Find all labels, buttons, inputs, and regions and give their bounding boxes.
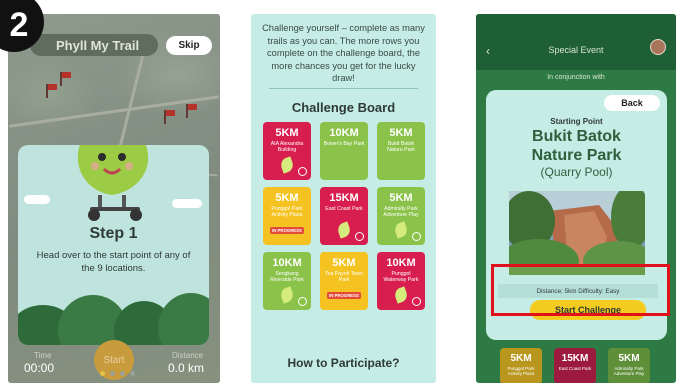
tile-distance: 10KM <box>386 257 416 269</box>
leaf-mascot-icon <box>77 145 149 221</box>
special-event-phone: ‹ Special Event In conjunction with 5KM P… <box>476 14 676 383</box>
leaf-icon <box>392 221 410 239</box>
leaf-icon <box>335 221 353 239</box>
cloud-icon <box>172 199 202 208</box>
leaf-icon <box>392 286 410 304</box>
skip-button[interactable]: Skip <box>166 36 212 55</box>
challenge-tile[interactable]: 10KM Bower's Bay Park <box>320 122 368 180</box>
flag-icon <box>46 84 57 98</box>
starting-point-label: Starting Point <box>550 117 603 126</box>
challenge-grid: 5KM AIA Alexandra Building 10KM Bower's Bay… <box>263 122 425 310</box>
event-header <box>476 14 676 70</box>
divider <box>269 88 418 89</box>
flag-icon <box>60 72 71 86</box>
bush-decoration <box>158 293 209 345</box>
tile-distance: 5KM <box>275 192 299 204</box>
challenge-tile[interactable]: 5KM Toa Payoh Town Park IN PROGRESS <box>320 252 368 310</box>
app-title: Phyll My Trail <box>30 34 158 56</box>
page-dot[interactable] <box>100 371 105 376</box>
board-tile[interactable]: 5KM Punggol Park Activity Plaza <box>500 348 542 383</box>
tile-distance: 10KM <box>272 257 302 269</box>
tile-distance: 5KM <box>389 127 413 139</box>
check-icon <box>298 297 307 306</box>
challenge-tile[interactable]: 10KM Punggol Waterway Park <box>377 252 425 310</box>
tile-location: Toa Payoh Town Park <box>325 271 363 283</box>
challenge-tile[interactable]: 5KM Punggol Park Activity Plaza IN PROGRES… <box>263 187 311 245</box>
tutorial-card: Step 1 Head over to the start point of a… <box>18 145 209 345</box>
step-title: Step 1 <box>89 225 138 242</box>
tile-location: Admiralty Park Adventure Play <box>383 206 419 218</box>
board-intro-text: Challenge yourself – complete as many tr… <box>262 23 425 83</box>
park-subtitle: (Quarry Pool) <box>540 165 613 179</box>
challenge-tile[interactable]: 15KM East Coast Park <box>320 187 368 245</box>
tile-location: Bukit Batok Nature Park <box>387 141 415 153</box>
conjunction-text: In conjunction with <box>547 74 605 81</box>
tile-location: Bower's Bay Park <box>323 141 365 147</box>
step-description: Head over to the start point of any of t… <box>36 250 191 274</box>
cloud-icon <box>24 195 50 204</box>
tile-location: East Coast Park <box>325 206 363 212</box>
board-tile[interactable]: 15KM East Coast Park <box>554 348 596 383</box>
check-icon <box>412 232 421 241</box>
check-icon <box>298 167 307 176</box>
park-name-line: Bukit Batok <box>532 128 621 145</box>
page-dot[interactable] <box>110 371 115 376</box>
challenge-tile[interactable]: 5KM Admiralty Park Adventure Play <box>377 187 425 245</box>
tile-location: Sengkang Riverside Park <box>270 271 304 283</box>
page-dot[interactable] <box>120 371 125 376</box>
park-photo <box>509 191 645 275</box>
page-dot[interactable] <box>130 371 135 376</box>
challenge-tile[interactable]: 10KM Sengkang Riverside Park <box>263 252 311 310</box>
board-tile[interactable]: 5KM Admiralty Park Adventure Play <box>608 348 650 383</box>
flag-icon <box>186 104 197 118</box>
tile-distance: 5KM <box>275 127 299 139</box>
check-icon <box>412 297 421 306</box>
check-icon <box>355 232 364 241</box>
in-progress-badge: IN PROGRESS <box>270 227 304 234</box>
time-value: 00:00 <box>24 361 55 375</box>
tile-location: Punggol Waterway Park <box>383 271 419 283</box>
intro-phone: Phyll My Trail Skip Step 1 Head over to … <box>8 14 220 383</box>
park-name: Bukit Batok Nature Park <box>486 127 667 165</box>
highlight-box <box>491 264 670 316</box>
tile-location: AIA Alexandra Building <box>270 141 304 153</box>
tile-distance: 10KM <box>329 127 359 139</box>
tile-distance: 15KM <box>329 192 359 204</box>
distance-value: 0.0 km <box>168 361 205 375</box>
leaf-icon <box>278 286 296 304</box>
challenge-tile[interactable]: 5KM AIA Alexandra Building <box>263 122 311 180</box>
tile-location: Punggol Park Activity Plaza <box>271 206 303 218</box>
how-to-participate-heading[interactable]: How to Participate? <box>251 356 436 370</box>
in-progress-badge: IN PROGRESS <box>327 292 361 299</box>
back-button[interactable]: Back <box>604 95 660 111</box>
challenge-tile[interactable]: 5KM Bukit Batok Nature Park <box>377 122 425 180</box>
time-label: Time <box>34 351 52 360</box>
event-header-title: Special Event <box>548 45 604 55</box>
park-name-line: Nature Park <box>531 147 622 164</box>
avatar[interactable] <box>650 39 666 55</box>
tile-distance: 5KM <box>332 257 356 269</box>
distance-label: Distance <box>172 351 204 360</box>
screenshot-root: Phyll My Trail Skip Step 1 Head over to … <box>0 0 681 383</box>
leaf-icon <box>278 156 296 174</box>
tile-distance: 5KM <box>389 192 413 204</box>
flag-icon <box>164 110 175 124</box>
board-title: Challenge Board <box>291 100 396 115</box>
page-indicator <box>100 371 135 376</box>
challenge-board-phone: Challenge yourself – complete as many tr… <box>251 14 436 383</box>
